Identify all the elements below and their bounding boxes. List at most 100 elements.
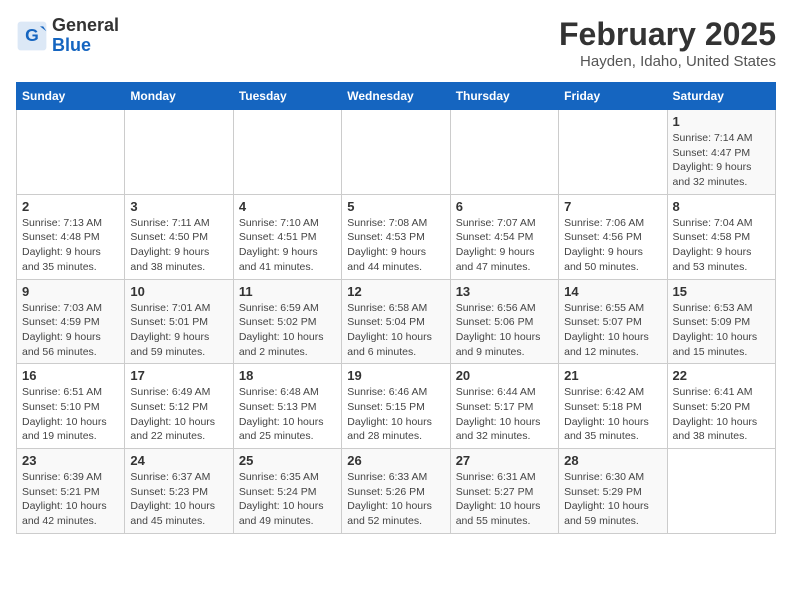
- week-row-4: 23Sunrise: 6:39 AM Sunset: 5:21 PM Dayli…: [17, 449, 776, 534]
- day-number: 23: [22, 453, 119, 468]
- day-info: Sunrise: 6:35 AM Sunset: 5:24 PM Dayligh…: [239, 470, 336, 529]
- day-cell: 11 Sunrise: 6:59 AM Sunset: 5:02 PM Dayli…: [233, 279, 341, 364]
- day-cell: [450, 110, 558, 195]
- title-block: February 2025 Hayden, Idaho, United Stat…: [559, 16, 776, 70]
- day-number: 26: [347, 453, 444, 468]
- page-header: G General Blue February 2025 Hayden, Ida…: [16, 16, 776, 70]
- day-info: Sunrise: 7:06 AM Sunset: 4:56 PM Dayligh…: [564, 216, 661, 275]
- day-info: Sunrise: 6:37 AM Sunset: 5:23 PM Dayligh…: [130, 470, 227, 529]
- day-number: 14: [564, 284, 661, 299]
- day-cell: 12Sunrise: 6:58 AM Sunset: 5:04 PM Dayli…: [342, 279, 450, 364]
- week-row-3: 16 Sunrise: 6:51 AM Sunset: 5:10 PM Dayli…: [17, 364, 776, 449]
- day-number: 27: [456, 453, 553, 468]
- day-number: 28: [564, 453, 661, 468]
- day-number: 8: [673, 199, 770, 214]
- day-info: Sunrise: 7:14 AM Sunset: 4:47 PM Dayligh…: [673, 131, 770, 190]
- day-number: 11: [239, 284, 336, 299]
- day-info: Sunrise: 6:42 AM Sunset: 5:18 PM Dayligh…: [564, 385, 661, 444]
- svg-text:G: G: [25, 25, 39, 45]
- day-cell: 22 Sunrise: 6:41 AM Sunset: 5:20 PM Dayli…: [667, 364, 775, 449]
- day-cell: [667, 449, 775, 534]
- day-info: Sunrise: 7:10 AM Sunset: 4:51 PM Dayligh…: [239, 216, 336, 275]
- day-info: Sunrise: 7:01 AM Sunset: 5:01 PM Dayligh…: [130, 301, 227, 360]
- day-cell: 16 Sunrise: 6:51 AM Sunset: 5:10 PM Dayli…: [17, 364, 125, 449]
- day-cell: 4 Sunrise: 7:10 AM Sunset: 4:51 PM Daylig…: [233, 194, 341, 279]
- day-number: 22: [673, 368, 770, 383]
- day-cell: 19Sunrise: 6:46 AM Sunset: 5:15 PM Dayli…: [342, 364, 450, 449]
- day-info: Sunrise: 7:08 AM Sunset: 4:53 PM Dayligh…: [347, 216, 444, 275]
- logo-general: General: [52, 15, 119, 35]
- day-number: 20: [456, 368, 553, 383]
- header-cell-wednesday: Wednesday: [342, 83, 450, 110]
- day-cell: 25 Sunrise: 6:35 AM Sunset: 5:24 PM Dayli…: [233, 449, 341, 534]
- day-cell: 17 Sunrise: 6:49 AM Sunset: 5:12 PM Dayli…: [125, 364, 233, 449]
- day-info: Sunrise: 6:41 AM Sunset: 5:20 PM Dayligh…: [673, 385, 770, 444]
- day-cell: 2 Sunrise: 7:13 AM Sunset: 4:48 PM Daylig…: [17, 194, 125, 279]
- header-cell-thursday: Thursday: [450, 83, 558, 110]
- day-cell: 26 Sunrise: 6:33 AM Sunset: 5:26 PM Dayli…: [342, 449, 450, 534]
- day-number: 7: [564, 199, 661, 214]
- day-info: Sunrise: 6:44 AM Sunset: 5:17 PM Dayligh…: [456, 385, 553, 444]
- day-info: Sunrise: 6:51 AM Sunset: 5:10 PM Dayligh…: [22, 385, 119, 444]
- day-info: Sunrise: 6:48 AM Sunset: 5:13 PM Dayligh…: [239, 385, 336, 444]
- day-info: Sunrise: 6:33 AM Sunset: 5:26 PM Dayligh…: [347, 470, 444, 529]
- logo-text: General Blue: [52, 16, 119, 56]
- day-cell: 7 Sunrise: 7:06 AM Sunset: 4:56 PM Daylig…: [559, 194, 667, 279]
- day-info: Sunrise: 6:56 AM Sunset: 5:06 PM Dayligh…: [456, 301, 553, 360]
- day-number: 25: [239, 453, 336, 468]
- week-row-2: 9 Sunrise: 7:03 AM Sunset: 4:59 PM Daylig…: [17, 279, 776, 364]
- day-number: 9: [22, 284, 119, 299]
- day-info: Sunrise: 6:58 AM Sunset: 5:04 PM Dayligh…: [347, 301, 444, 360]
- day-number: 18: [239, 368, 336, 383]
- day-info: Sunrise: 7:11 AM Sunset: 4:50 PM Dayligh…: [130, 216, 227, 275]
- day-cell: 15Sunrise: 6:53 AM Sunset: 5:09 PM Dayli…: [667, 279, 775, 364]
- header-cell-sunday: Sunday: [17, 83, 125, 110]
- day-number: 3: [130, 199, 227, 214]
- location: Hayden, Idaho, United States: [559, 53, 776, 70]
- day-number: 5: [347, 199, 444, 214]
- day-cell: 6Sunrise: 7:07 AM Sunset: 4:54 PM Daylig…: [450, 194, 558, 279]
- logo-icon: G: [16, 20, 48, 52]
- logo: G General Blue: [16, 16, 119, 56]
- day-number: 6: [456, 199, 553, 214]
- day-number: 21: [564, 368, 661, 383]
- day-number: 4: [239, 199, 336, 214]
- day-number: 2: [22, 199, 119, 214]
- day-cell: [233, 110, 341, 195]
- day-info: Sunrise: 7:03 AM Sunset: 4:59 PM Dayligh…: [22, 301, 119, 360]
- day-number: 10: [130, 284, 227, 299]
- header-cell-friday: Friday: [559, 83, 667, 110]
- day-cell: 3 Sunrise: 7:11 AM Sunset: 4:50 PM Daylig…: [125, 194, 233, 279]
- day-cell: 23Sunrise: 6:39 AM Sunset: 5:21 PM Dayli…: [17, 449, 125, 534]
- day-number: 13: [456, 284, 553, 299]
- day-info: Sunrise: 6:59 AM Sunset: 5:02 PM Dayligh…: [239, 301, 336, 360]
- day-cell: 18 Sunrise: 6:48 AM Sunset: 5:13 PM Dayli…: [233, 364, 341, 449]
- day-cell: 8 Sunrise: 7:04 AM Sunset: 4:58 PM Daylig…: [667, 194, 775, 279]
- day-info: Sunrise: 7:13 AM Sunset: 4:48 PM Dayligh…: [22, 216, 119, 275]
- day-number: 17: [130, 368, 227, 383]
- day-info: Sunrise: 7:04 AM Sunset: 4:58 PM Dayligh…: [673, 216, 770, 275]
- day-info: Sunrise: 6:30 AM Sunset: 5:29 PM Dayligh…: [564, 470, 661, 529]
- day-cell: [342, 110, 450, 195]
- header-row: SundayMondayTuesdayWednesdayThursdayFrid…: [17, 83, 776, 110]
- day-cell: 14 Sunrise: 6:55 AM Sunset: 5:07 PM Dayli…: [559, 279, 667, 364]
- day-cell: [125, 110, 233, 195]
- day-cell: 20 Sunrise: 6:44 AM Sunset: 5:17 PM Dayli…: [450, 364, 558, 449]
- day-info: Sunrise: 6:46 AM Sunset: 5:15 PM Dayligh…: [347, 385, 444, 444]
- header-cell-saturday: Saturday: [667, 83, 775, 110]
- day-cell: [559, 110, 667, 195]
- day-info: Sunrise: 6:55 AM Sunset: 5:07 PM Dayligh…: [564, 301, 661, 360]
- header-cell-tuesday: Tuesday: [233, 83, 341, 110]
- day-cell: 24Sunrise: 6:37 AM Sunset: 5:23 PM Dayli…: [125, 449, 233, 534]
- calendar-table: SundayMondayTuesdayWednesdayThursdayFrid…: [16, 82, 776, 534]
- day-info: Sunrise: 6:49 AM Sunset: 5:12 PM Dayligh…: [130, 385, 227, 444]
- day-cell: 1Sunrise: 7:14 AM Sunset: 4:47 PM Daylig…: [667, 110, 775, 195]
- day-cell: 27 Sunrise: 6:31 AM Sunset: 5:27 PM Dayli…: [450, 449, 558, 534]
- day-number: 16: [22, 368, 119, 383]
- day-info: Sunrise: 6:53 AM Sunset: 5:09 PM Dayligh…: [673, 301, 770, 360]
- day-cell: 5 Sunrise: 7:08 AM Sunset: 4:53 PM Daylig…: [342, 194, 450, 279]
- day-info: Sunrise: 6:31 AM Sunset: 5:27 PM Dayligh…: [456, 470, 553, 529]
- day-cell: 13 Sunrise: 6:56 AM Sunset: 5:06 PM Dayli…: [450, 279, 558, 364]
- week-row-1: 2 Sunrise: 7:13 AM Sunset: 4:48 PM Daylig…: [17, 194, 776, 279]
- day-cell: 28 Sunrise: 6:30 AM Sunset: 5:29 PM Dayli…: [559, 449, 667, 534]
